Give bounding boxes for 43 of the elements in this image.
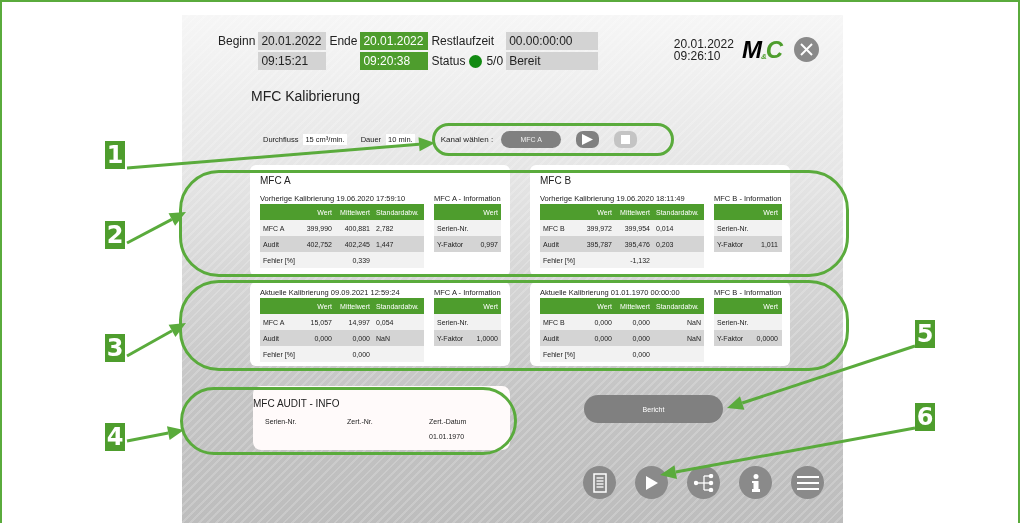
report-list-button[interactable] <box>583 466 616 499</box>
stop-icon <box>621 134 631 144</box>
status-code: 5/0 <box>486 53 504 70</box>
page-title: MFC Kalibrierung <box>251 88 361 106</box>
start-button[interactable] <box>576 130 600 148</box>
callout-number: 4 <box>105 423 125 451</box>
end-time-field: 09:20:38 <box>360 52 429 70</box>
callout-number: 5 <box>915 320 935 348</box>
play-button[interactable] <box>635 466 668 499</box>
remaining-time-field: 00.00:00:00 <box>506 32 599 50</box>
document-icon <box>592 472 607 493</box>
info-button[interactable] <box>739 466 772 499</box>
field-label: Restlaufzeit <box>431 33 496 50</box>
field-label: Beginn <box>218 33 256 50</box>
play-icon <box>645 475 658 490</box>
menu-icon <box>796 474 819 491</box>
channel-label: Kanal wählen : <box>440 134 494 144</box>
close-icon <box>800 43 813 56</box>
begin-time-field: 09:15:21 <box>258 52 327 70</box>
callout-number: 3 <box>105 334 125 362</box>
info-icon <box>751 473 760 492</box>
current-time: 09:26:10 <box>673 49 722 62</box>
field-label: Ende <box>329 33 358 50</box>
callout-number: 2 <box>105 221 125 249</box>
status-field: Bereit <box>506 52 599 70</box>
play-icon <box>582 133 594 145</box>
end-date-field: 20.01.2022 <box>360 32 429 50</box>
card-title: MFC B <box>540 175 573 186</box>
tree-button[interactable] <box>687 466 720 499</box>
close-button[interactable] <box>794 37 819 62</box>
field-label: Status <box>431 53 466 70</box>
callout-number: 1 <box>105 141 125 169</box>
callout-arrow <box>126 212 186 245</box>
tree-icon <box>693 473 714 492</box>
company-logo: M&C <box>741 38 782 61</box>
card-title: MFC A <box>260 175 292 186</box>
current-date: 20.01.2022 <box>673 37 734 50</box>
card-title: MFC AUDIT - INFO <box>253 398 341 409</box>
begin-date-field: 20.01.2022 <box>258 32 327 50</box>
callout-arrow <box>126 426 184 443</box>
menu-button[interactable] <box>791 466 824 499</box>
callout-arrow <box>126 323 186 358</box>
callout-number: 6 <box>915 403 935 431</box>
